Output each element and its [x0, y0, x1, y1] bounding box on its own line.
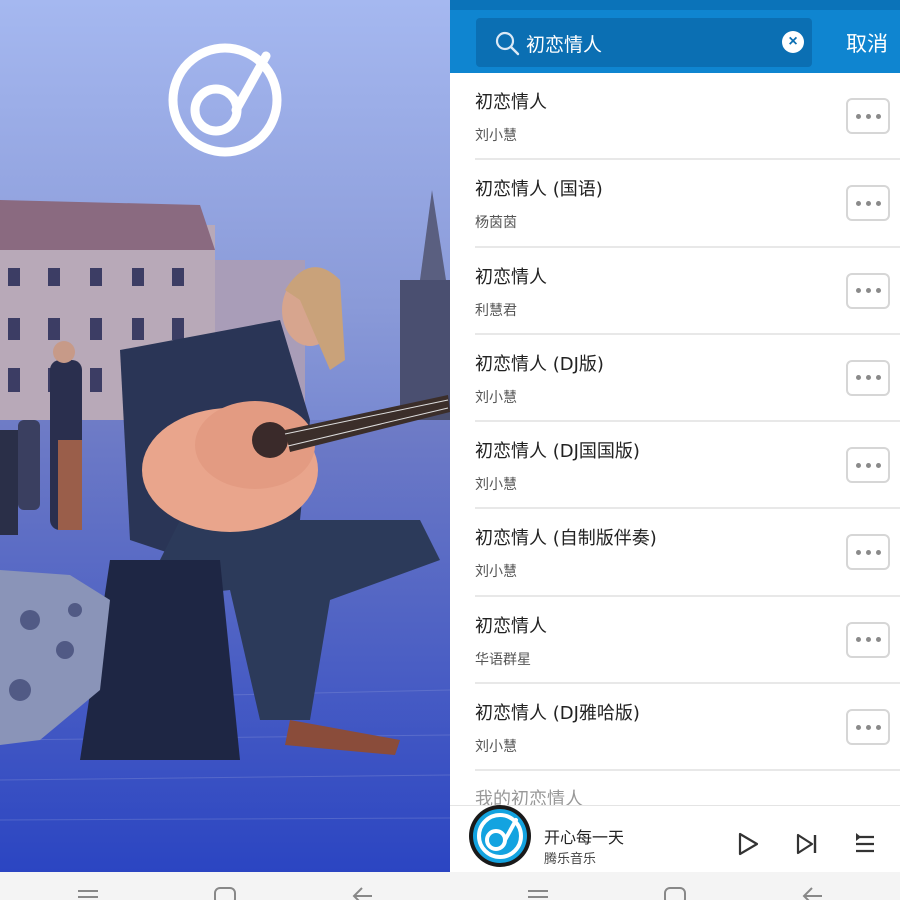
app-logo-icon: [168, 43, 282, 157]
now-playing-source: 腾乐音乐: [544, 852, 597, 867]
song-title: 初恋情人: [475, 92, 547, 113]
back-icon[interactable]: [350, 886, 374, 900]
song-title: 初恋情人 (DJ雅哈版): [475, 703, 640, 725]
play-icon[interactable]: [735, 831, 761, 857]
more-icon[interactable]: [846, 709, 890, 746]
search-input[interactable]: [526, 28, 766, 58]
home-icon[interactable]: [213, 886, 237, 900]
home-icon[interactable]: [663, 886, 687, 900]
list-item[interactable]: 初恋情人 (国语) 杨茵茵: [475, 160, 900, 248]
song-title: 初恋情人 (DJ国国版): [475, 441, 640, 463]
more-icon[interactable]: [846, 447, 890, 484]
album-art-icon[interactable]: [468, 804, 532, 868]
song-title: 初恋情人 (国语): [475, 179, 603, 201]
clear-icon[interactable]: ×: [782, 31, 804, 53]
search-icon: [495, 31, 520, 56]
splash-screen: [0, 0, 450, 900]
search-box[interactable]: ×: [476, 18, 812, 67]
more-icon[interactable]: [846, 98, 890, 134]
list-item[interactable]: 初恋情人 (自制版伴奏) 刘小慧: [475, 509, 900, 597]
song-artist: 刘小慧: [475, 128, 517, 144]
more-icon[interactable]: [846, 534, 890, 571]
song-artist: 刘小慧: [475, 564, 517, 581]
back-icon[interactable]: [800, 886, 824, 900]
list-item[interactable]: 初恋情人 利慧君: [475, 248, 900, 335]
list-item[interactable]: 初恋情人 (DJ版) 刘小慧: [475, 335, 900, 423]
menu-icon[interactable]: [76, 886, 100, 900]
search-results-screen: × 取消 初恋情人 刘小慧 初恋情人 (国语) 杨茵茵 初恋情人 利慧君 初恋情…: [450, 0, 900, 900]
song-artist: 利慧君: [475, 302, 517, 319]
system-navigation-bar: [450, 872, 900, 900]
search-header: × 取消: [450, 10, 900, 73]
song-artist: 刘小慧: [475, 389, 517, 406]
more-icon[interactable]: [846, 359, 890, 396]
list-item[interactable]: 初恋情人 华语群星: [475, 597, 900, 685]
menu-icon[interactable]: [526, 886, 550, 900]
song-title: 初恋情人: [475, 266, 547, 288]
more-icon[interactable]: [846, 185, 890, 222]
song-artist: 华语群星: [475, 651, 531, 668]
next-icon[interactable]: [794, 831, 820, 857]
playlist-icon[interactable]: [852, 831, 878, 857]
system-navigation-bar: [0, 872, 450, 900]
list-item[interactable]: 初恋情人 (DJ国国版) 刘小慧: [475, 422, 900, 510]
more-icon[interactable]: [846, 621, 890, 658]
mini-player[interactable]: 开心每一天 腾乐音乐: [450, 805, 900, 872]
song-title: 初恋情人: [475, 615, 547, 637]
song-title: 初恋情人 (自制版伴奏): [475, 528, 657, 550]
song-artist: 刘小慧: [475, 477, 517, 494]
song-artist: 杨茵茵: [475, 215, 517, 232]
song-title: 初恋情人 (DJ版): [475, 353, 604, 375]
status-bar: [450, 0, 900, 10]
results-list: 初恋情人 刘小慧 初恋情人 (国语) 杨茵茵 初恋情人 利慧君 初恋情人 (DJ…: [450, 73, 900, 772]
list-item[interactable]: 初恋情人 刘小慧: [475, 73, 900, 161]
more-icon[interactable]: [846, 272, 890, 309]
cancel-button[interactable]: 取消: [846, 28, 888, 58]
song-artist: 刘小慧: [475, 739, 517, 756]
list-item[interactable]: 初恋情人 (DJ雅哈版) 刘小慧: [475, 684, 900, 772]
now-playing-title: 开心每一天: [544, 828, 625, 847]
